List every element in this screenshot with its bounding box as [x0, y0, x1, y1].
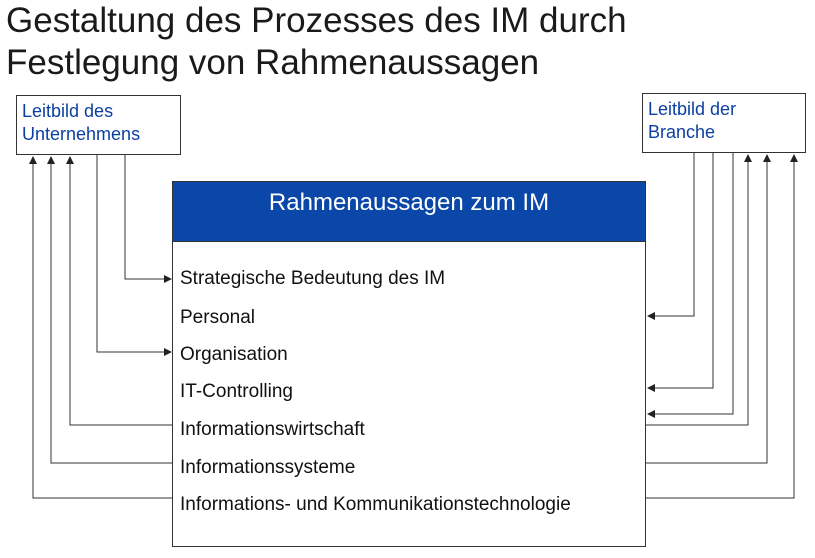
- arrow-iuk-to-right: [646, 154, 798, 499]
- arrow-iuk-to-left: [29, 156, 172, 499]
- arrow-left-to-strategische: [124, 155, 172, 283]
- arrow-right-to-it-controlling-2: [647, 153, 734, 418]
- arrow-left-to-organisation: [96, 155, 172, 356]
- connector-lines: [29, 153, 798, 499]
- arrow-informationssysteme-to-right: [646, 154, 771, 464]
- arrow-right-to-personal: [647, 153, 695, 320]
- arrow-informationswirtschaft-to-left: [66, 156, 172, 426]
- arrow-right-to-it-controlling: [647, 153, 714, 392]
- arrow-informationssysteme-to-left: [47, 156, 172, 464]
